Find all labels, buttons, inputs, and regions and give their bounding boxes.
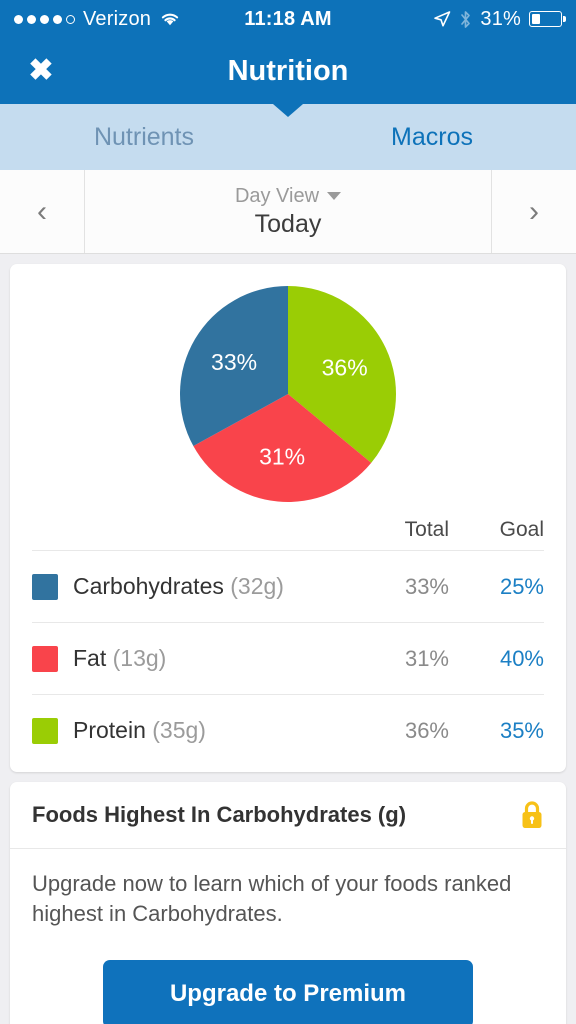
tab-macros[interactable]: Macros	[288, 123, 576, 152]
current-date-label: Today	[254, 209, 322, 238]
signal-dot	[27, 14, 36, 24]
active-tab-caret-icon	[273, 104, 303, 117]
macro-total-value: 36%	[404, 717, 449, 743]
macros-pie-chart: 36% 31% 33%	[10, 264, 566, 512]
status-bar-right: 31%	[379, 7, 567, 31]
carrier-label: Verizon	[83, 7, 152, 30]
macros-table: Total Goal Carbohydrates (32g) 33% 25% F…	[10, 512, 566, 772]
legend-color-swatch	[32, 573, 58, 600]
tab-nutrients[interactable]: Nutrients	[0, 123, 288, 152]
chevron-down-icon	[327, 192, 342, 200]
navigation-bar: ✖ Nutrition	[0, 38, 576, 104]
table-row[interactable]: Carbohydrates (32g) 33% 25%	[32, 550, 544, 622]
signal-strength-icon	[14, 14, 75, 24]
content-scroll-area: 36% 31% 33% Total Goal Carbohydrates (32g)…	[0, 254, 576, 1024]
macro-name-label: Protein	[73, 717, 146, 743]
upgrade-to-premium-button[interactable]: Upgrade to Premium	[103, 960, 473, 1024]
signal-dot	[40, 14, 49, 24]
signal-dot	[14, 14, 23, 24]
legend-color-swatch	[32, 645, 58, 672]
premium-card-header: Foods Highest In Carbohydrates (g)	[10, 782, 566, 849]
pie-chart-svg: 36% 31% 33%	[179, 286, 396, 502]
location-arrow-icon	[434, 11, 451, 27]
macros-header-total: Total	[404, 518, 449, 541]
macro-goal-value[interactable]: 25%	[449, 574, 544, 600]
battery-icon	[529, 11, 567, 27]
macros-table-header: Total Goal	[32, 512, 544, 550]
lock-icon	[522, 801, 542, 828]
pie-slice-label: 33%	[211, 349, 257, 375]
macro-name-label: Fat	[73, 645, 107, 671]
date-navigation: ‹ Day View Today ›	[0, 170, 576, 254]
premium-card-body: Upgrade now to learn which of your foods…	[10, 849, 566, 934]
macro-name: Carbohydrates (32g)	[73, 573, 354, 600]
chevron-right-icon[interactable]: ›	[491, 170, 576, 253]
pie-slice-label: 36%	[322, 354, 368, 380]
premium-button-container: Upgrade to Premium	[10, 934, 566, 1024]
macro-total-value: 31%	[404, 645, 449, 671]
wifi-icon	[161, 13, 179, 26]
chevron-left-icon[interactable]: ‹	[0, 170, 85, 253]
tab-bar: Nutrients Macros	[0, 104, 576, 170]
clock: 11:18 AM	[244, 7, 332, 30]
premium-card-description: Upgrade now to learn which of your foods…	[32, 871, 512, 926]
macros-card: 36% 31% 33% Total Goal Carbohydrates (32g)…	[10, 264, 566, 772]
macro-name-label: Carbohydrates	[73, 573, 224, 599]
macro-goal-value[interactable]: 35%	[449, 718, 544, 744]
close-icon[interactable]: ✖	[26, 56, 56, 86]
bluetooth-icon	[461, 10, 471, 28]
macro-grams-label: (13g)	[112, 645, 167, 671]
macro-name: Protein (35g)	[73, 717, 354, 744]
signal-dot	[53, 14, 62, 24]
page-title: Nutrition	[227, 54, 349, 87]
macro-goal-value[interactable]: 40%	[449, 646, 544, 672]
premium-upsell-card: Foods Highest In Carbohydrates (g) Upgra…	[10, 782, 566, 1024]
macro-name: Fat (13g)	[73, 645, 354, 672]
date-navigation-center[interactable]: Day View Today	[85, 170, 491, 253]
macros-header-goal: Goal	[499, 518, 544, 541]
table-row[interactable]: Protein (35g) 36% 35%	[32, 694, 544, 766]
status-bar: Verizon 11:18 AM 31%	[0, 0, 576, 38]
premium-card-title: Foods Highest In Carbohydrates (g)	[32, 802, 407, 827]
macro-grams-label: (35g)	[152, 717, 206, 743]
day-view-label: Day View	[234, 184, 320, 207]
status-bar-left: Verizon	[14, 8, 197, 31]
macros-header-name	[32, 518, 354, 542]
macro-total-value: 33%	[404, 573, 449, 599]
table-row[interactable]: Fat (13g) 31% 40%	[32, 622, 544, 694]
macro-grams-label: (32g)	[230, 573, 284, 599]
signal-dot	[66, 14, 75, 24]
legend-color-swatch	[32, 717, 58, 744]
day-view-selector[interactable]: Day View	[234, 184, 342, 208]
pie-slice-label: 31%	[259, 443, 305, 469]
battery-percent-label: 31%	[480, 7, 522, 30]
